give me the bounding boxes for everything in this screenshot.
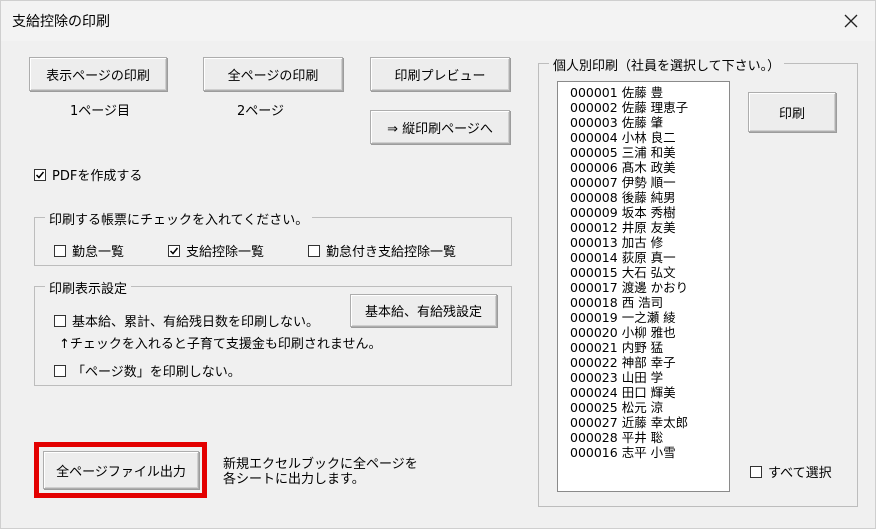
print-current-page-button[interactable]: 表示ページの印刷	[29, 57, 167, 91]
checkbox-box[interactable]	[308, 244, 320, 257]
list-item[interactable]: 000004 小林 良二	[570, 130, 729, 145]
checkbox-box[interactable]	[54, 244, 66, 257]
list-item[interactable]: 000017 渡邊 かおり	[570, 280, 729, 295]
report-group-title: 印刷する帳票にチェックを入れてください。	[45, 209, 313, 228]
list-item[interactable]: 000006 髙木 政美	[570, 160, 729, 175]
list-item[interactable]: 000020 小柳 雅也	[570, 325, 729, 340]
employee-list[interactable]: 000001 佐藤 豊 000002 佐藤 理恵子 000003 佐藤 肇 00…	[557, 81, 730, 492]
close-icon[interactable]	[837, 7, 865, 35]
report-item-label: 勤怠一覧	[72, 245, 125, 260]
list-item[interactable]: 000013 加古 修	[570, 235, 729, 250]
checkbox-box[interactable]	[54, 314, 66, 327]
list-item[interactable]: 000028 平井 聡	[570, 430, 729, 445]
list-item[interactable]: 000024 田口 輝美	[570, 385, 729, 400]
print-individual-button[interactable]: 印刷	[748, 92, 836, 132]
current-page-label: 1ページ目	[70, 104, 131, 119]
display-group-title: 印刷表示設定	[45, 278, 132, 297]
list-item[interactable]: 000002 佐藤 理恵子	[570, 100, 729, 115]
print-all-pages-button[interactable]: 全ページの印刷	[203, 57, 343, 91]
list-item[interactable]: 000001 佐藤 豊	[570, 85, 729, 100]
list-item[interactable]: 000005 三浦 和美	[570, 145, 729, 160]
vertical-print-button[interactable]: ⇒ 縦印刷ページへ	[370, 110, 510, 144]
checkbox-box[interactable]	[54, 364, 66, 377]
pdf-checkbox[interactable]: PDFを作成する	[34, 165, 142, 184]
total-pages-label: 2ページ	[237, 104, 285, 119]
list-item[interactable]: 000019 一之瀬 綾	[570, 310, 729, 325]
list-item[interactable]: 000015 大石 弘文	[570, 265, 729, 280]
list-item[interactable]: 000025 松元 涼	[570, 400, 729, 415]
checkbox-box[interactable]	[168, 244, 180, 257]
list-item[interactable]: 000021 内野 猛	[570, 340, 729, 355]
list-item[interactable]: 000027 近藤 幸太郎	[570, 415, 729, 430]
list-item[interactable]: 000016 志平 小雪	[570, 445, 729, 460]
display-note: ↑チェックを入れると子育て支援金も印刷されません。	[59, 337, 382, 352]
no-page-number-checkbox[interactable]: 「ページ数」を印刷しない。	[54, 361, 241, 380]
list-item[interactable]: 000007 伊勢 順一	[570, 175, 729, 190]
list-item[interactable]: 000008 後藤 純男	[570, 190, 729, 205]
list-item[interactable]: 000009 坂本 秀樹	[570, 205, 729, 220]
print-dialog: 支給控除の印刷 表示ページの印刷 全ページの印刷 印刷プレビュー ⇒ 縦印刷ペー…	[0, 0, 876, 529]
no-salary-checkbox[interactable]: 基本給、累計、有給残日数を印刷しない。	[54, 311, 319, 330]
export-note-line2: 各シートに出力します。	[223, 472, 365, 487]
report-item-attendance[interactable]: 勤怠一覧	[54, 241, 124, 260]
report-item-attendance-payment[interactable]: 勤怠付き支給控除一覧	[308, 241, 456, 260]
list-item[interactable]: 000014 荻原 真一	[570, 250, 729, 265]
report-item-payment-deduction[interactable]: 支給控除一覧	[168, 241, 264, 260]
window-title: 支給控除の印刷	[12, 14, 110, 30]
individual-group-title: 個人別印刷（社員を選択して下さい。）	[549, 55, 785, 74]
pdf-checkbox-box[interactable]	[34, 168, 46, 181]
report-item-label: 勤怠付き支給控除一覧	[326, 245, 457, 260]
pdf-checkbox-label: PDFを作成する	[52, 169, 143, 184]
title-bar: 支給控除の印刷	[1, 1, 875, 41]
print-preview-button[interactable]: 印刷プレビュー	[370, 57, 510, 91]
checkbox-box[interactable]	[750, 465, 762, 478]
select-all-checkbox[interactable]: すべて選択	[750, 462, 832, 481]
no-salary-label: 基本給、累計、有給残日数を印刷しない。	[72, 315, 320, 330]
report-item-label: 支給控除一覧	[186, 245, 265, 260]
list-item[interactable]: 000023 山田 学	[570, 370, 729, 385]
base-salary-settings-button[interactable]: 基本給、有給残設定	[350, 294, 497, 327]
no-page-number-label: 「ページ数」を印刷しない。	[72, 365, 241, 380]
list-item[interactable]: 000018 西 浩司	[570, 295, 729, 310]
list-item[interactable]: 000003 佐藤 肇	[570, 115, 729, 130]
list-item[interactable]: 000012 井原 友美	[570, 220, 729, 235]
highlight-frame	[34, 442, 207, 498]
select-all-label: すべて選択	[768, 466, 832, 481]
list-item[interactable]: 000022 神部 幸子	[570, 355, 729, 370]
